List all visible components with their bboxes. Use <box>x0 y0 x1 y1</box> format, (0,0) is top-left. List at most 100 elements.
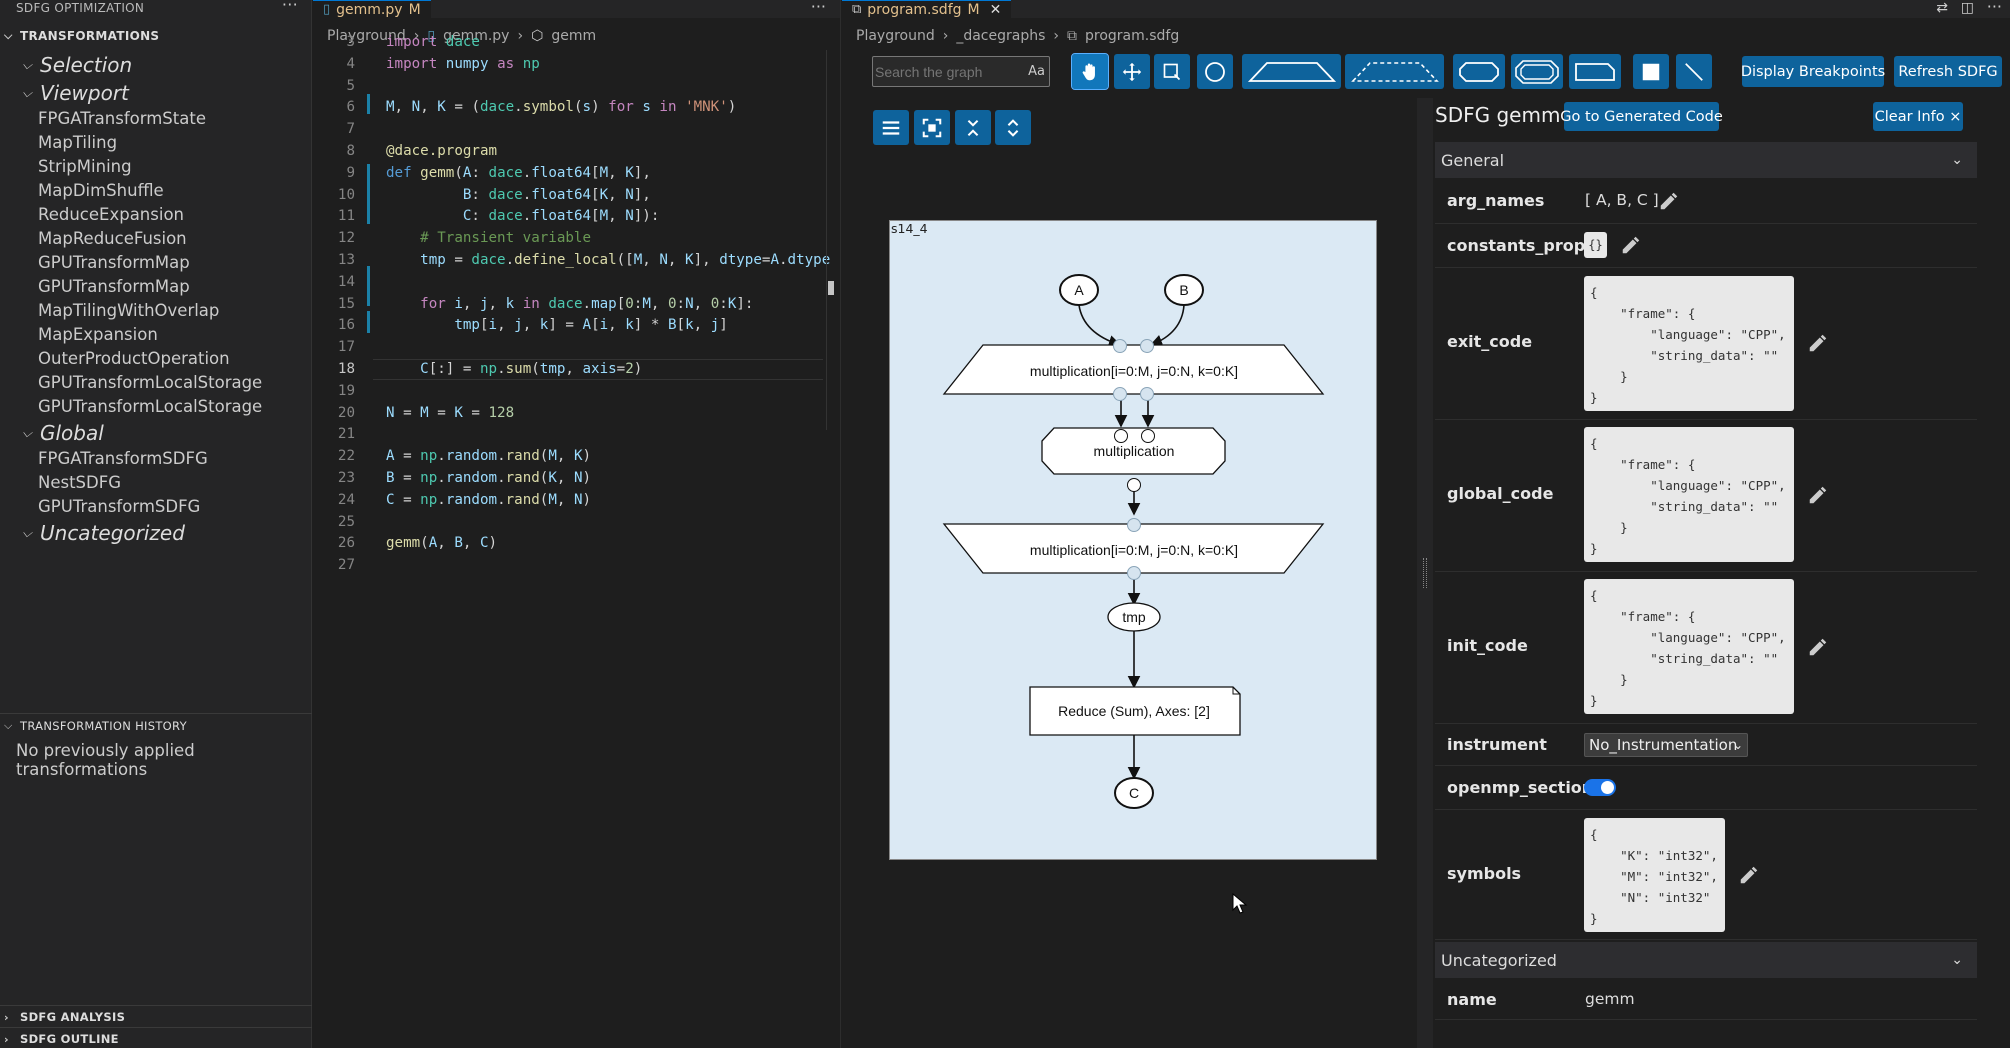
breadcrumb-item[interactable]: Playground <box>856 28 935 44</box>
category-selection[interactable]: ⌵ Selection <box>0 51 132 79</box>
go-to-generated-code-button[interactable]: Go to Generated Code <box>1560 102 1723 131</box>
refresh-sdfg-button[interactable]: Refresh SDFG <box>1894 56 2002 87</box>
zoom-to-fit-button[interactable] <box>914 110 950 145</box>
add-map-button[interactable] <box>1242 54 1341 89</box>
add-consume-button[interactable] <box>1345 54 1444 89</box>
transformation-item[interactable]: NestSDFG <box>0 471 121 495</box>
access-node-b[interactable]: B <box>1164 274 1204 306</box>
sdfg-analysis-header[interactable]: › SDFG ANALYSIS <box>0 1009 125 1025</box>
transformation-item[interactable]: OuterProductOperation <box>0 347 230 371</box>
connector[interactable] <box>1140 339 1154 353</box>
pencil-icon[interactable] <box>1807 636 1829 658</box>
connector[interactable] <box>1140 387 1154 401</box>
connector[interactable] <box>1127 478 1141 492</box>
transformation-item[interactable]: GPUTransformLocalStorage <box>0 395 262 419</box>
transformations-section-header[interactable]: ⌵ TRANSFORMATIONS <box>0 28 159 44</box>
general-group-header[interactable]: General ⌄ <box>1435 142 1977 178</box>
transformation-item[interactable]: MapExpansion <box>0 323 158 347</box>
connector[interactable] <box>1141 429 1155 443</box>
code-line[interactable]: B: dace.float64[K, N], <box>386 187 651 203</box>
collapse-all-button[interactable] <box>955 110 991 145</box>
compare-icon[interactable]: ⇄ <box>1936 0 1948 16</box>
transformation-history-header[interactable]: ⌵ TRANSFORMATION HISTORY <box>0 718 187 734</box>
connector[interactable] <box>1127 566 1141 580</box>
pencil-icon[interactable] <box>1738 864 1760 886</box>
menu-button[interactable] <box>873 110 909 145</box>
add-edge-button[interactable] <box>1676 54 1712 89</box>
graph-search-input[interactable] <box>875 61 1020 83</box>
split-editor-icon[interactable]: ◫ <box>1961 0 1974 16</box>
code-line[interactable]: def gemm(A: dace.float64[M, K], <box>386 165 651 181</box>
viewer-more-icon[interactable]: ··· <box>1987 0 2002 16</box>
editor-more-icon[interactable]: ··· <box>811 0 826 16</box>
code-line[interactable]: C: dace.float64[M, N]): <box>386 208 660 224</box>
connector[interactable] <box>1113 339 1127 353</box>
edge-b-to-map[interactable] <box>1149 304 1185 347</box>
add-state-button[interactable] <box>1633 54 1669 89</box>
reduce-library-node[interactable]: Reduce (Sum), Axes: [2] <box>1029 686 1241 736</box>
access-node-c[interactable]: C <box>1114 777 1154 809</box>
connector[interactable] <box>1127 518 1141 532</box>
instrument-select[interactable]: No_Instrumentation ⌄ <box>1584 733 1748 757</box>
expand-all-button[interactable] <box>995 110 1031 145</box>
transformation-item[interactable]: FPGATransformState <box>0 107 206 131</box>
code-line[interactable]: tmp[i, j, k] = A[i, k] * B[k, j] <box>386 317 727 333</box>
display-breakpoints-button[interactable]: Display Breakpoints <box>1741 56 1885 87</box>
code-line[interactable]: B = np.random.rand(K, N) <box>386 470 591 486</box>
pencil-icon[interactable] <box>1807 484 1829 506</box>
code-line[interactable]: import numpy as np <box>386 56 540 72</box>
access-node-a[interactable]: A <box>1059 274 1099 306</box>
sdfg-outline-header[interactable]: › SDFG OUTLINE <box>0 1031 119 1047</box>
access-node-tmp[interactable]: tmp <box>1107 602 1161 632</box>
transformation-item[interactable]: MapTiling <box>0 131 117 155</box>
category-global[interactable]: ⌵ Global <box>0 419 104 447</box>
move-mode-button[interactable] <box>1114 54 1150 89</box>
uncategorized-group-header[interactable]: Uncategorized ⌄ <box>1435 942 1977 978</box>
add-tasklet-button[interactable] <box>1453 54 1505 89</box>
tasklet-node[interactable]: multiplication <box>1041 427 1226 475</box>
code-line[interactable]: N = M = K = 128 <box>386 405 514 421</box>
close-icon[interactable]: ✕ <box>990 2 1002 18</box>
add-nested-sdfg-button[interactable] <box>1511 54 1563 89</box>
transformation-item[interactable]: MapTilingWithOverlap <box>0 299 219 323</box>
code-line[interactable]: gemm(A, B, C) <box>386 535 497 551</box>
connector[interactable] <box>1114 429 1128 443</box>
code-line[interactable]: for i, j, k in dace.map[0:M, 0:N, 0:K]: <box>386 296 753 312</box>
tab-program-sdfg[interactable]: ⧉ program.sdfg M ✕ <box>842 0 1012 18</box>
code-line[interactable]: M, N, K = (dace.symbol(s) for s in 'MNK'… <box>386 99 736 115</box>
add-access-node-button[interactable] <box>1197 54 1233 89</box>
more-actions-icon[interactable]: ··· <box>282 0 298 13</box>
code-line[interactable]: C = np.random.rand(M, N) <box>386 492 591 508</box>
box-select-button[interactable] <box>1154 54 1190 89</box>
transformation-item[interactable]: StripMining <box>0 155 132 179</box>
transformation-item[interactable]: ReduceExpansion <box>0 203 184 227</box>
transformation-item[interactable]: FPGATransformSDFG <box>0 447 208 471</box>
panel-splitter[interactable] <box>1417 98 1433 1048</box>
category-uncategorized[interactable]: ⌵ Uncategorized <box>0 519 185 547</box>
transformation-item[interactable]: GPUTransformSDFG <box>0 495 200 519</box>
tab-gemm-py[interactable]: ▯ gemm.py M <box>313 0 431 18</box>
code-line[interactable]: A = np.random.rand(M, K) <box>386 448 591 464</box>
transformation-item[interactable]: MapReduceFusion <box>0 227 187 251</box>
code-line[interactable]: tmp = dace.define_local([M, N, K], dtype… <box>386 252 830 268</box>
sdfg-state-canvas[interactable]: s14_4 A B multiplication[i=0:M, j=0:N, k… <box>889 220 1377 860</box>
match-case-toggle[interactable]: Aa <box>1028 64 1045 79</box>
connector[interactable] <box>1113 387 1127 401</box>
breadcrumb-item[interactable]: program.sdfg <box>1085 28 1179 44</box>
openmp-sections-toggle[interactable] <box>1584 779 1616 796</box>
edge-a-to-map[interactable] <box>1078 304 1122 348</box>
breadcrumb-item[interactable]: _dacegraphs <box>956 28 1045 44</box>
transformation-item[interactable]: GPUTransformMap <box>0 251 190 275</box>
transformation-item[interactable]: GPUTransformLocalStorage <box>0 371 262 395</box>
pencil-icon[interactable] <box>1620 234 1642 256</box>
pan-mode-button[interactable] <box>1071 53 1109 90</box>
code-line[interactable]: import dace <box>386 34 480 50</box>
breadcrumb-item[interactable]: gemm <box>551 28 596 44</box>
clear-info-button[interactable]: Clear Info × <box>1873 102 1963 131</box>
scrollbar-thumb[interactable] <box>828 281 834 295</box>
code-line[interactable]: # Transient variable <box>386 230 591 246</box>
add-library-node-button[interactable] <box>1569 54 1621 89</box>
map-entry-node[interactable]: multiplication[i=0:M, j=0:N, k=0:K] <box>942 344 1325 395</box>
code-line[interactable]: @dace.program <box>386 143 497 159</box>
pencil-icon[interactable] <box>1658 190 1680 212</box>
